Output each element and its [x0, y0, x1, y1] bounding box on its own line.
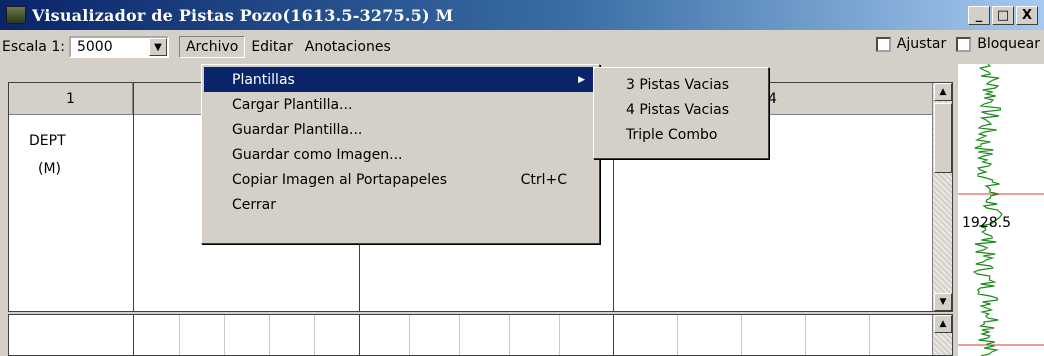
grid-line	[459, 315, 460, 355]
submenu-arrow-icon: ▶	[578, 74, 585, 85]
log-curve	[972, 63, 1003, 356]
grid-line	[869, 315, 870, 355]
menubar: Archivo Editar Anotaciones	[178, 35, 397, 59]
close-button[interactable]: X	[1016, 6, 1038, 25]
track-divider	[359, 315, 360, 355]
grid-line	[224, 315, 225, 355]
scroll-thumb[interactable]	[934, 103, 952, 173]
ajustar-label: Ajustar	[896, 36, 947, 52]
depth-unit-label: (M)	[38, 161, 62, 177]
bloquear-label: Bloquear	[977, 36, 1040, 52]
maximize-button[interactable]: □	[992, 6, 1014, 25]
menu-item-label: Copiar Imagen al Portapapeles	[232, 171, 448, 188]
grid-line	[509, 315, 510, 355]
log-preview-strip: 1928.5	[958, 63, 1044, 356]
grid-line	[805, 315, 806, 355]
menu-item-shortcut: Ctrl+C	[520, 171, 567, 188]
app-icon	[6, 6, 26, 24]
menu-item-guardar-plantilla[interactable]: Guardar Plantilla...	[204, 117, 597, 142]
archivo-dropdown-menu: Plantillas ▶ Cargar Plantilla... Guardar…	[201, 64, 600, 244]
minimize-button[interactable]: _	[968, 6, 990, 25]
chevron-down-icon[interactable]: ▼	[148, 38, 167, 56]
menu-editar[interactable]: Editar	[245, 37, 298, 57]
submenu-item-4-pistas[interactable]: 4 Pistas Vacias	[596, 97, 766, 122]
view-options: Ajustar Bloquear	[875, 36, 1044, 52]
submenu-item-triple-combo[interactable]: Triple Combo	[596, 122, 766, 147]
window-title: Visualizador de Pistas Pozo(1613.5-3275.…	[32, 5, 454, 25]
track-divider	[613, 315, 614, 355]
grid-line	[741, 315, 742, 355]
log-curve-plot	[958, 63, 1044, 356]
menu-item-guardar-imagen[interactable]: Guardar como Imagen...	[204, 142, 597, 167]
menu-item-cerrar[interactable]: Cerrar	[204, 192, 597, 217]
menu-item-label: Plantillas	[232, 71, 295, 88]
grid-line	[314, 315, 315, 355]
depth-track-label: DEPT	[29, 133, 66, 149]
menu-item-cargar-plantilla[interactable]: Cargar Plantilla...	[204, 92, 597, 117]
ajustar-checkbox[interactable]	[875, 36, 891, 52]
grid-line	[559, 315, 560, 355]
scale-value[interactable]: 5000	[71, 38, 149, 56]
submenu-item-3-pistas[interactable]: 3 Pistas Vacias	[596, 72, 766, 97]
menu-item-label: Guardar como Imagen...	[232, 146, 403, 163]
scroll-up-icon[interactable]: ▲	[934, 315, 952, 333]
menu-archivo[interactable]: Archivo	[178, 36, 246, 58]
window-controls: _ □ X	[968, 6, 1038, 25]
scroll-up-icon[interactable]: ▲	[934, 83, 952, 101]
scale-combobox[interactable]: 5000 ▼	[68, 36, 169, 58]
title-bar[interactable]: Visualizador de Pistas Pozo(1613.5-3275.…	[0, 0, 1044, 30]
menu-item-label: Guardar Plantilla...	[232, 121, 363, 138]
grid-line	[269, 315, 270, 355]
menu-item-copiar-imagen[interactable]: Copiar Imagen al Portapapeles Ctrl+C	[204, 167, 597, 192]
track-divider	[133, 83, 134, 311]
track-header-1[interactable]: 1	[9, 83, 133, 115]
menu-item-plantillas[interactable]: Plantillas ▶	[204, 67, 597, 92]
menu-anotaciones[interactable]: Anotaciones	[299, 37, 397, 57]
vertical-scrollbar[interactable]: ▲ ▼	[932, 83, 952, 311]
bloquear-checkbox[interactable]	[956, 36, 972, 52]
vertical-scrollbar-lower[interactable]: ▲	[932, 315, 952, 355]
menu-item-label: Cargar Plantilla...	[232, 96, 353, 113]
toolbar: Escala 1: 5000 ▼ Archivo Editar Anotacio…	[0, 32, 1044, 62]
plantillas-submenu: 3 Pistas Vacias 4 Pistas Vacias Triple C…	[593, 67, 769, 159]
track-body-panel: ▲	[8, 314, 953, 356]
grid-line	[677, 315, 678, 355]
depth-marker-label: 1928.5	[962, 215, 1011, 231]
menu-item-label: Cerrar	[232, 196, 276, 213]
grid-line	[179, 315, 180, 355]
track-divider	[133, 315, 134, 355]
scroll-down-icon[interactable]: ▼	[934, 293, 952, 311]
grid-line	[409, 315, 410, 355]
scale-label: Escala 1:	[2, 39, 65, 55]
